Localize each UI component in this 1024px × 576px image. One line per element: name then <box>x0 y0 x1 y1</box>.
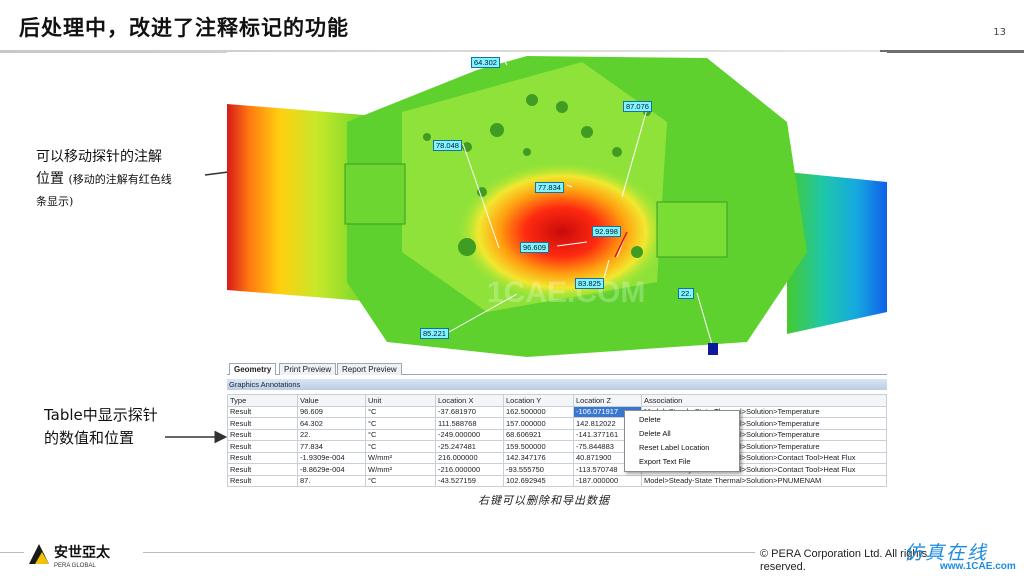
table-row[interactable]: Result 64.302 °C 111.588768 157.000000 1… <box>227 417 887 430</box>
table-cell[interactable]: 111.588768 <box>435 417 504 430</box>
table-cell[interactable]: Result <box>227 463 298 476</box>
table-cell[interactable]: 142.347176 <box>503 451 574 464</box>
table-header-row: Type Value Unit Location X Location Y Lo… <box>227 394 887 407</box>
table-cell[interactable]: -216.000000 <box>435 463 504 476</box>
table-row[interactable]: Result 87. °C -43.527159 102.692945 -187… <box>227 474 887 487</box>
tab-print-preview[interactable]: Print Preview <box>279 363 337 375</box>
table-cell[interactable]: °C <box>365 417 436 430</box>
copyright-line1: © PERA Corporation Ltd. All rights <box>760 548 928 560</box>
probe-label[interactable]: 92.998 <box>592 226 621 237</box>
panel-caption: 右键可以删除和导出数据 <box>478 494 610 507</box>
column-header[interactable]: Value <box>297 394 366 407</box>
menu-item-export-text-file[interactable]: Export Text File <box>625 455 739 469</box>
table-row[interactable]: Result -8.8629e-004 W/mm² -216.000000 -9… <box>227 463 887 476</box>
probe-label[interactable]: 77.834 <box>535 182 564 193</box>
table-cell[interactable]: °C <box>365 405 436 418</box>
column-header[interactable]: Location X <box>435 394 504 407</box>
table-cell[interactable]: 162.500000 <box>503 405 574 418</box>
table-cell[interactable]: 96.609 <box>297 405 366 418</box>
table-cell[interactable]: 77.834 <box>297 440 366 453</box>
table-row[interactable]: Result 77.834 °C -25.247481 159.500000 -… <box>227 440 887 453</box>
table-cell[interactable]: 87. <box>297 474 366 487</box>
tab-geometry[interactable]: Geometry <box>229 363 277 375</box>
column-header[interactable]: Location Z <box>573 394 642 407</box>
footer-divider-left <box>0 552 24 553</box>
probe-label[interactable]: 22. <box>678 288 695 299</box>
details-panel: Geometry Print Preview Report Preview Gr… <box>227 362 887 490</box>
probe-label[interactable]: 64.302 <box>471 57 500 68</box>
column-header[interactable]: Association <box>641 394 887 407</box>
model-viewport[interactable]: 1CAE.COM 64.302 87.076 78.048 77.834 92.… <box>227 52 887 362</box>
column-header[interactable]: Location Y <box>503 394 574 407</box>
table-row[interactable]: Result 96.609 °C -37.681970 162.500000 -… <box>227 405 887 418</box>
table-cell[interactable]: -93.555750 <box>503 463 574 476</box>
table-cell[interactable]: 216.000000 <box>435 451 504 464</box>
context-menu: Delete Delete All Reset Label Location E… <box>624 410 740 472</box>
table-cell[interactable]: Result <box>227 428 298 441</box>
copyright-line2: reserved. <box>760 561 806 573</box>
menu-item-reset-label-location[interactable]: Reset Label Location <box>625 441 739 455</box>
table-cell[interactable]: 64.302 <box>297 417 366 430</box>
table-cell[interactable]: -43.527159 <box>435 474 504 487</box>
table-cell[interactable]: 159.500000 <box>503 440 574 453</box>
probe-label[interactable]: 78.048 <box>433 140 462 151</box>
table-cell[interactable]: -187.000000 <box>573 474 642 487</box>
table-cell[interactable]: °C <box>365 440 436 453</box>
footer-divider <box>143 552 755 553</box>
table-cell[interactable]: -249.000000 <box>435 428 504 441</box>
table-cell[interactable]: °C <box>365 474 436 487</box>
table-cell[interactable]: °C <box>365 428 436 441</box>
table-cell[interactable]: 68.606921 <box>503 428 574 441</box>
probe-label[interactable]: 83.825 <box>575 278 604 289</box>
menu-item-delete-all[interactable]: Delete All <box>625 427 739 441</box>
thermal-contour-model: 1CAE.COM <box>227 52 887 362</box>
probe-label[interactable]: 96.609 <box>520 242 549 253</box>
table-cell[interactable]: Result <box>227 405 298 418</box>
copyright: © PERA Corporation Ltd. All rights reser… <box>760 548 927 574</box>
table-cell[interactable]: Result <box>227 440 298 453</box>
table-cell[interactable]: Result <box>227 474 298 487</box>
table-cell[interactable]: -8.8629e-004 <box>297 463 366 476</box>
table-cell[interactable]: W/mm² <box>365 451 436 464</box>
annotations-table: Type Value Unit Location X Location Y Lo… <box>227 394 887 487</box>
table-cell[interactable]: Model>Steady-State Thermal>Solution>PNUM… <box>641 474 887 487</box>
graphics-annotations-header: Graphics Annotations <box>227 379 887 390</box>
table-cell[interactable]: W/mm² <box>365 463 436 476</box>
viewport-watermark: 1CAE.COM <box>487 276 645 309</box>
table-cell[interactable]: Result <box>227 417 298 430</box>
logo-subtext: PERA GLOBAL <box>54 563 96 569</box>
table-cell[interactable]: -1.9309e-004 <box>297 451 366 464</box>
probe-label[interactable]: 85.221 <box>420 328 449 339</box>
table-row[interactable]: Result -1.9309e-004 W/mm² 216.000000 142… <box>227 451 887 464</box>
company-logo: 安世亞太 PERA GLOBAL <box>26 538 136 570</box>
probe-label[interactable]: 87.076 <box>623 101 652 112</box>
panel-tabs: Geometry Print Preview Report Preview <box>227 362 887 375</box>
site-watermark-url: www.1CAE.com <box>940 561 1016 572</box>
table-cell[interactable]: 22. <box>297 428 366 441</box>
menu-item-delete[interactable]: Delete <box>625 413 739 427</box>
column-header[interactable]: Unit <box>365 394 436 407</box>
table-cell[interactable]: -25.247481 <box>435 440 504 453</box>
table-cell[interactable]: 102.692945 <box>503 474 574 487</box>
table-cell[interactable]: -37.681970 <box>435 405 504 418</box>
tab-report-preview[interactable]: Report Preview <box>337 363 402 375</box>
table-cell[interactable]: 157.000000 <box>503 417 574 430</box>
logo-text: 安世亞太 <box>54 544 111 561</box>
table-cell[interactable]: Result <box>227 451 298 464</box>
column-header[interactable]: Type <box>227 394 298 407</box>
table-row[interactable]: Result 22. °C -249.000000 68.606921 -141… <box>227 428 887 441</box>
logo-mark-icon: 安世亞太 PERA GLOBAL <box>29 544 111 569</box>
